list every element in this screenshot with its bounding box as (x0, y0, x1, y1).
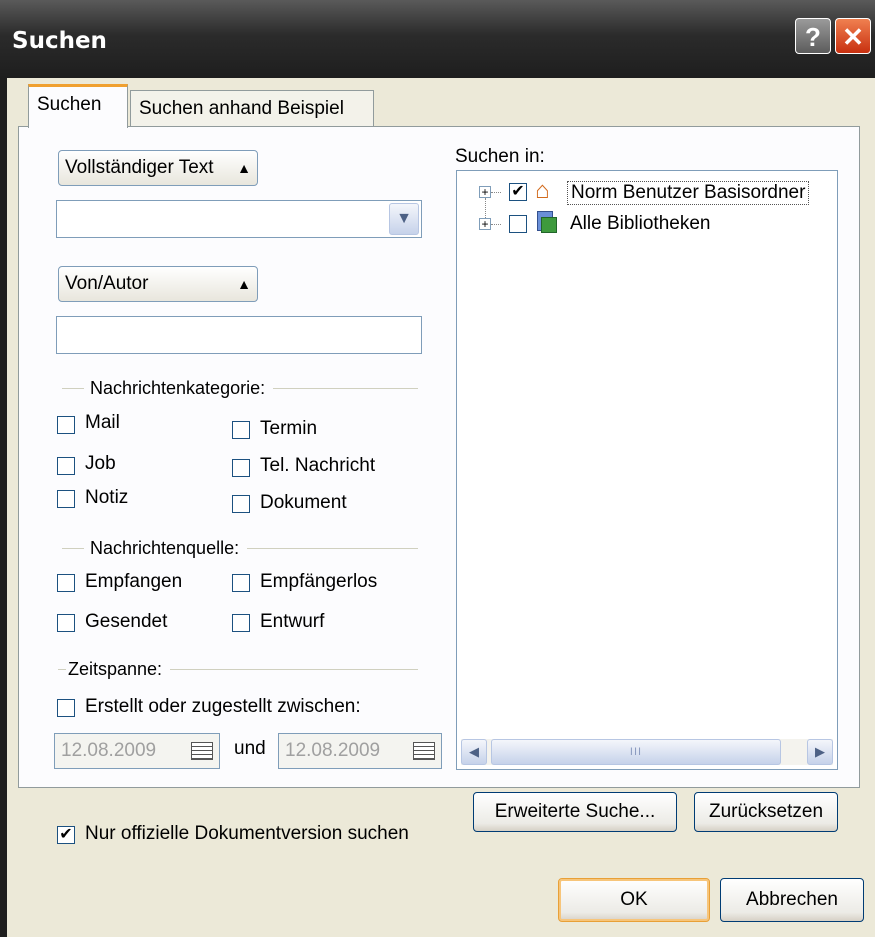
title-bar[interactable]: Suchen ? ✕ (0, 0, 875, 78)
from-date-field[interactable]: 12.08.2009 (54, 733, 220, 769)
search-in-label: Suchen in: (455, 146, 545, 167)
help-button[interactable]: ? (795, 18, 831, 54)
timespan-section-header: Zeitspanne: (58, 659, 418, 680)
updown-arrows-icon: ▲ (237, 160, 251, 176)
checkbox-official-version[interactable]: ✔ (57, 826, 75, 844)
dialog-title: Suchen (12, 28, 107, 54)
category-section-title: Nachrichtenkategorie: (90, 378, 266, 398)
checkbox-gesendet[interactable] (57, 614, 75, 632)
horizontal-scrollbar[interactable]: ◀ III ▶ (461, 739, 833, 765)
checkbox-job[interactable] (57, 457, 75, 475)
tree-checkbox-bibliotheken[interactable] (509, 215, 527, 233)
divider (247, 548, 418, 549)
updown-arrows-icon: ▲ (237, 276, 251, 292)
tree-connector (491, 224, 501, 225)
checkbox-gesendet-label: Gesendet (85, 611, 168, 632)
checkbox-termin[interactable] (232, 421, 250, 439)
scroll-left-icon[interactable]: ◀ (461, 739, 487, 765)
tree-item-bibliotheken[interactable]: Alle Bibliotheken (570, 213, 710, 235)
expand-icon[interactable]: + (479, 186, 491, 198)
checkbox-mail[interactable] (57, 416, 75, 434)
from-date-value: 12.08.2009 (61, 740, 157, 761)
text-field-type-select[interactable]: Vollständiger Text ▲ (58, 150, 258, 186)
ok-button[interactable]: OK (558, 878, 710, 922)
and-label: und (234, 738, 266, 759)
checkbox-dokument[interactable] (232, 495, 250, 513)
checkbox-date-range-label: Erstellt oder zugestellt zwischen: (85, 696, 361, 717)
checkbox-entwurf[interactable] (232, 614, 250, 632)
checkbox-job-label: Job (85, 453, 116, 474)
search-dialog: Suchen ? ✕ Suchen Suchen anhand Beispiel… (0, 0, 875, 937)
scroll-right-icon[interactable]: ▶ (807, 739, 833, 765)
tree-checkbox-basisordner[interactable]: ✔ (509, 183, 527, 201)
calendar-icon[interactable] (191, 742, 213, 760)
checkbox-entwurf-label: Entwurf (260, 611, 325, 632)
calendar-icon[interactable] (413, 742, 435, 760)
source-section-title: Nachrichtenquelle: (90, 538, 240, 558)
author-field-type-select[interactable]: Von/Autor ▲ (58, 266, 258, 302)
divider (170, 669, 418, 670)
divider (273, 388, 418, 389)
checkbox-empfaengerlos-label: Empfängerlos (260, 571, 378, 592)
checkbox-date-range[interactable] (57, 699, 75, 717)
divider (62, 388, 84, 389)
tab-suchen[interactable]: Suchen (28, 84, 128, 128)
checkbox-notiz[interactable] (57, 490, 75, 508)
reset-button[interactable]: Zurücksetzen (694, 792, 838, 832)
to-date-field[interactable]: 12.08.2009 (278, 733, 442, 769)
tab-suchen-beispiel[interactable]: Suchen anhand Beispiel (130, 90, 374, 128)
home-icon: ⌂ (535, 177, 550, 204)
divider (62, 548, 84, 549)
chevron-down-icon[interactable]: ▼ (389, 203, 419, 235)
advanced-search-button[interactable]: Erweiterte Suche... (473, 792, 677, 832)
cancel-button[interactable]: Abbrechen (720, 878, 864, 922)
checkbox-dokument-label: Dokument (260, 492, 347, 513)
checkbox-notiz-label: Notiz (85, 487, 129, 508)
close-button[interactable]: ✕ (835, 18, 871, 54)
tree-connector (485, 198, 486, 218)
to-date-value: 12.08.2009 (285, 740, 381, 761)
checkbox-empfangen[interactable] (57, 574, 75, 592)
source-section-header: Nachrichtenquelle: (62, 538, 418, 559)
tree-connector (491, 192, 501, 193)
text-field-type-value: Vollständiger Text (65, 157, 214, 178)
divider (58, 669, 66, 670)
checkbox-tel-nachricht[interactable] (232, 459, 250, 477)
checkbox-empfaengerlos[interactable] (232, 574, 250, 592)
author-field-type-value: Von/Autor (65, 273, 149, 294)
books-icon (535, 209, 557, 233)
scroll-thumb[interactable]: III (491, 739, 781, 765)
tree-item-basisordner[interactable]: Norm Benutzer Basisordner (567, 181, 810, 205)
search-text-combobox[interactable]: ▼ (56, 200, 422, 238)
checkbox-official-version-label: Nur offizielle Dokumentversion suchen (85, 823, 409, 844)
folder-tree[interactable]: + ✔ ⌂ Norm Benutzer Basisordner + Alle B… (456, 170, 838, 770)
expand-icon[interactable]: + (479, 218, 491, 230)
category-section-header: Nachrichtenkategorie: (62, 378, 418, 399)
checkbox-mail-label: Mail (85, 412, 120, 433)
checkbox-termin-label: Termin (260, 418, 318, 439)
timespan-section-title: Zeitspanne: (68, 659, 163, 679)
checkbox-tel-nachricht-label: Tel. Nachricht (260, 455, 376, 476)
checkbox-empfangen-label: Empfangen (85, 571, 183, 592)
author-input[interactable] (56, 316, 422, 354)
window-border (0, 78, 7, 937)
